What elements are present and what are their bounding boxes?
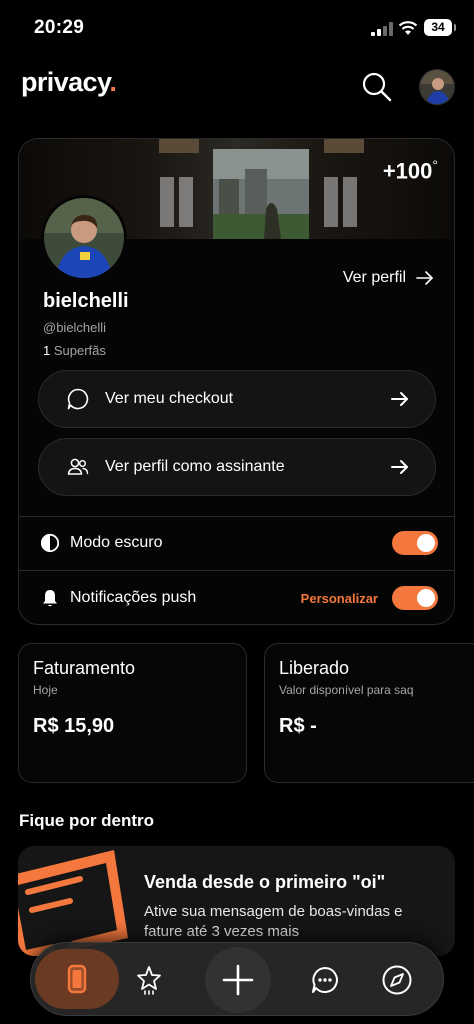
profile-card: +100° Ver perfil bielchelli @bielchelli … [18, 138, 455, 625]
revenue-value: R$ 15,90 [33, 715, 115, 737]
push-notifications-toggle[interactable] [392, 586, 438, 610]
arrow-right-icon [391, 392, 408, 406]
chat-icon [312, 967, 338, 993]
superfans-count: 1 Superfãs [43, 343, 106, 358]
contrast-icon [39, 532, 61, 554]
status-time: 20:29 [34, 17, 85, 38]
profile-username: bielchelli [43, 290, 129, 312]
customize-link[interactable]: Personalizar [301, 591, 378, 606]
promo-card[interactable]: Venda desde o primeiro "oi" Ative sua me… [18, 846, 455, 956]
profile-avatar-image [44, 198, 124, 278]
profile-handle: @bielchelli [43, 320, 107, 335]
released-title: Liberado [279, 658, 350, 678]
view-checkout-button[interactable]: Ver meu checkout [38, 370, 436, 428]
dark-mode-row: Modo escuro [19, 516, 454, 570]
revenue-card[interactable]: Faturamento Hoje R$ 15,90 [18, 643, 247, 783]
section-title: Fique por dentro [19, 811, 155, 830]
push-notifications-label: Notificações push [70, 589, 197, 606]
arrow-right-icon [416, 271, 433, 285]
released-subtitle: Valor disponível para saq [279, 683, 414, 697]
released-value: R$ - [279, 715, 317, 737]
promo-title: Venda desde o primeiro "oi" [144, 872, 386, 892]
search-button[interactable] [361, 71, 393, 103]
status-bar: 20:29 34 [0, 0, 474, 56]
superfans-badge: +100° [382, 157, 438, 184]
search-icon [362, 72, 392, 102]
plus-icon [222, 964, 254, 996]
push-notifications-row: Notificações push Personalizar [19, 571, 454, 624]
phone-icon [67, 964, 87, 994]
promo-description: Ative sua mensagem de boas-vindas e fatu… [144, 903, 403, 940]
avatar-image [420, 70, 454, 104]
dark-mode-toggle[interactable] [392, 531, 438, 555]
view-checkout-label: Ver meu checkout [105, 390, 234, 407]
revenue-title: Faturamento [33, 658, 136, 678]
chat-bubble-icon [65, 386, 91, 412]
arrow-right-icon [391, 460, 408, 474]
nav-favorites[interactable] [127, 943, 171, 1017]
bell-icon [39, 587, 61, 609]
profile-avatar[interactable] [41, 195, 127, 281]
nav-explore[interactable] [375, 943, 419, 1017]
nav-home[interactable] [35, 949, 119, 1009]
nav-add[interactable] [205, 947, 271, 1013]
chat-bubble-art-icon [18, 850, 128, 956]
users-icon [65, 454, 91, 480]
nav-messages[interactable] [303, 943, 347, 1017]
user-avatar[interactable] [419, 69, 455, 105]
compass-icon [382, 965, 412, 995]
privacy-logo[interactable]: privacy. [21, 67, 117, 98]
bottom-nav [30, 942, 444, 1016]
signal-icon [371, 22, 393, 36]
revenue-subtitle: Hoje [33, 683, 58, 697]
dark-mode-label: Modo escuro [70, 534, 163, 551]
view-profile-label: Ver perfil [342, 269, 406, 286]
view-as-subscriber-label: Ver perfil como assinante [105, 458, 285, 475]
view-profile-link[interactable]: Ver perfil [343, 269, 434, 287]
star-icon [137, 966, 161, 995]
battery-indicator: 34 [424, 19, 456, 36]
released-card[interactable]: Liberado Valor disponível para saq R$ - [264, 643, 474, 783]
wifi-icon [398, 21, 418, 35]
below-nav-text: · · · [20, 1016, 42, 1024]
view-as-subscriber-button[interactable]: Ver perfil como assinante [38, 438, 436, 496]
